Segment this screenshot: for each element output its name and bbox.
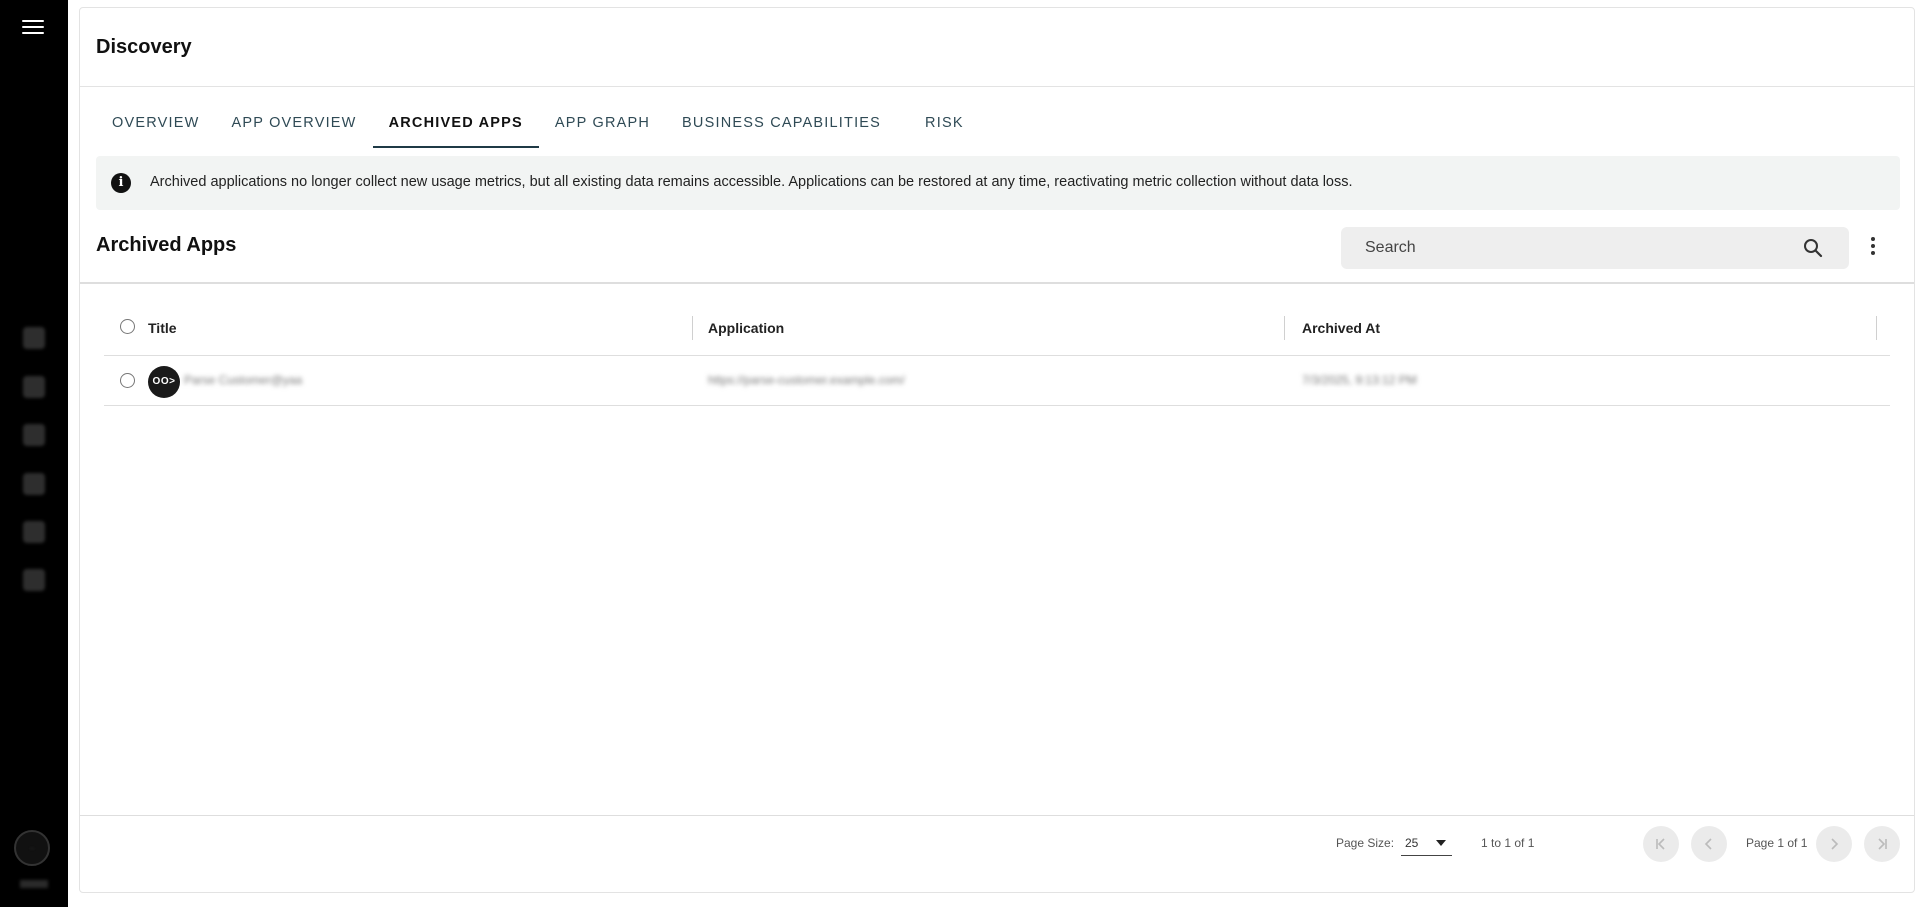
column-separator[interactable] bbox=[1876, 316, 1877, 340]
app-archived-at-cell: 7/3/2025, 9:13:12 PM bbox=[1302, 373, 1417, 387]
caret-down-icon bbox=[1436, 840, 1446, 846]
dashboard-icon[interactable] bbox=[23, 327, 45, 349]
column-header-title[interactable]: Title bbox=[148, 320, 177, 336]
star-icon[interactable] bbox=[23, 521, 45, 543]
column-separator[interactable] bbox=[692, 316, 693, 340]
column-separator[interactable] bbox=[1284, 316, 1285, 340]
row-range-text: 1 to 1 of 1 bbox=[1481, 836, 1535, 850]
chevron-right-icon bbox=[1831, 838, 1839, 850]
page-title: Discovery bbox=[96, 36, 192, 58]
info-banner: i Archived applications no longer collec… bbox=[96, 156, 1900, 210]
more-options-icon[interactable] bbox=[1863, 234, 1883, 262]
table-row[interactable]: OO> Parse Customer@yaa https://parse-cus… bbox=[104, 356, 1890, 406]
table-header: Title Application Archived At bbox=[104, 300, 1890, 356]
first-page-icon bbox=[1656, 838, 1665, 850]
user-avatar-initials: ·· bbox=[29, 844, 35, 853]
info-icon: i bbox=[111, 173, 131, 193]
page-indicator: Page 1 of 1 bbox=[1746, 836, 1808, 850]
section-title: Archived Apps bbox=[96, 234, 237, 256]
tab-business-capabilities[interactable]: BUSINESS CAPABILITIES bbox=[666, 98, 897, 148]
hamburger-menu-icon[interactable] bbox=[22, 20, 44, 38]
search-input[interactable] bbox=[1341, 227, 1781, 269]
select-all-radio[interactable] bbox=[120, 319, 135, 334]
app-title-cell[interactable]: Parse Customer@yaa bbox=[184, 373, 302, 387]
column-header-application[interactable]: Application bbox=[708, 320, 784, 336]
tab-overview[interactable]: OVERVIEW bbox=[96, 98, 216, 148]
settings-icon[interactable] bbox=[23, 424, 45, 446]
row-select-radio[interactable] bbox=[120, 373, 135, 388]
previous-page-button[interactable] bbox=[1691, 826, 1727, 862]
app-avatar: OO> bbox=[148, 366, 180, 398]
last-page-icon bbox=[1878, 838, 1887, 850]
tab-archived-apps[interactable]: ARCHIVED APPS bbox=[372, 98, 539, 148]
tab-risk[interactable]: RISK bbox=[909, 98, 980, 148]
title-divider bbox=[80, 86, 1914, 87]
footer-divider bbox=[80, 815, 1914, 816]
next-page-button[interactable] bbox=[1816, 826, 1852, 862]
page-size-value: 25 bbox=[1405, 836, 1419, 850]
last-page-button[interactable] bbox=[1864, 826, 1900, 862]
info-banner-text: Archived applications no longer collect … bbox=[150, 174, 1353, 190]
sidebar: ·· bbox=[0, 0, 68, 907]
tab-app-graph[interactable]: APP GRAPH bbox=[539, 98, 666, 148]
inbox-icon[interactable] bbox=[23, 473, 45, 495]
page-size-select[interactable]: 25 bbox=[1401, 830, 1452, 856]
tab-app-overview[interactable]: APP OVERVIEW bbox=[216, 98, 373, 148]
help-icon[interactable] bbox=[23, 569, 45, 591]
column-header-archived-at[interactable]: Archived At bbox=[1302, 320, 1380, 336]
main-panel: Discovery OVERVIEW APP OVERVIEW ARCHIVED… bbox=[79, 7, 1915, 893]
chevron-left-icon bbox=[1704, 838, 1712, 850]
search-icon[interactable] bbox=[1803, 238, 1823, 258]
archived-apps-table: Title Application Archived At OO> Parse … bbox=[104, 300, 1890, 406]
search-box bbox=[1341, 227, 1849, 269]
first-page-button[interactable] bbox=[1643, 826, 1679, 862]
search-icon[interactable] bbox=[23, 376, 45, 398]
page-size-label: Page Size: bbox=[1336, 836, 1395, 850]
tab-bar: OVERVIEW APP OVERVIEW ARCHIVED APPS APP … bbox=[96, 98, 980, 148]
version-label bbox=[20, 880, 48, 888]
app-application-cell[interactable]: https://parse-customer.example.com/ bbox=[708, 373, 905, 387]
user-avatar[interactable]: ·· bbox=[14, 830, 50, 866]
section-divider bbox=[80, 282, 1914, 284]
